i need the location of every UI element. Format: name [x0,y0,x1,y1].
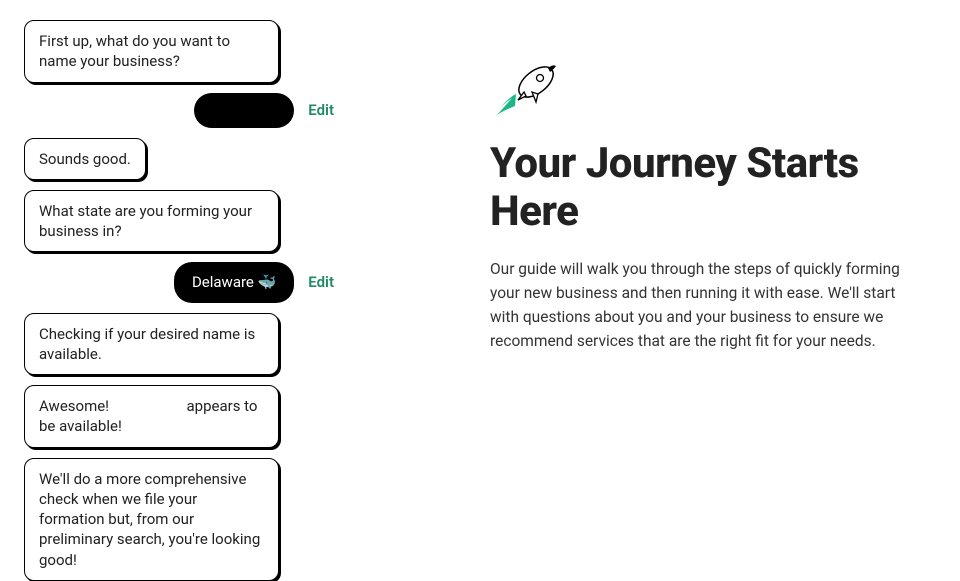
bot-message-row: What state are you forming your business… [24,190,334,253]
user-message-row: Edit [24,93,334,128]
edit-link[interactable]: Edit [308,101,334,119]
bot-message: Awesome! appears to be available! [24,385,279,448]
chat-panel: First up, what do you want to name your … [0,0,344,540]
hero-title: Your Journey Starts Here [490,140,935,237]
user-message-business-name [194,93,294,128]
bot-message: Checking if your desired name is availab… [24,313,279,376]
bot-message-part: Awesome! [39,397,113,415]
bot-message-row: Checking if your desired name is availab… [24,313,334,376]
bot-message: What state are you forming your business… [24,190,279,253]
user-message-row: Delaware 🐳 Edit [24,262,334,302]
hero-body: Our guide will walk you through the step… [490,257,910,353]
bot-message: We'll do a more comprehensive check when… [24,458,279,581]
bot-message: Sounds good. [24,138,146,180]
bot-message-row: First up, what do you want to name your … [24,20,334,83]
user-message-state: Delaware 🐳 [174,262,294,302]
bot-message: First up, what do you want to name your … [24,20,279,83]
hero-panel: Your Journey Starts Here Our guide will … [490,0,960,540]
bot-message-row: We'll do a more comprehensive check when… [24,458,334,581]
bot-message-row: Awesome! appears to be available! [24,385,334,448]
bot-message-row: Sounds good. [24,138,334,180]
edit-link[interactable]: Edit [308,273,334,291]
rocket-icon [490,60,935,122]
